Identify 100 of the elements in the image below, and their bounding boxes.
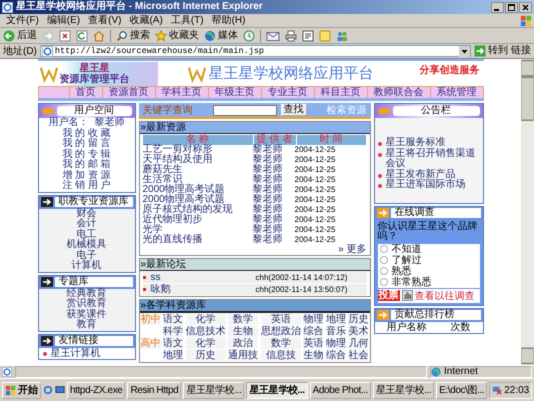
friend-link[interactable]: 星王计算机 [50, 348, 100, 358]
subject-link[interactable]: 通用技 [228, 350, 258, 361]
user-menu-link[interactable]: 我 的 收 藏 [62, 128, 111, 139]
taskbar-button[interactable]: Adobe Phot... [310, 382, 371, 398]
topic-link[interactable]: 经典教育 [66, 288, 106, 299]
desktop-icon[interactable] [55, 385, 65, 395]
nav-link[interactable]: 资源首页 [102, 87, 154, 98]
subject-link[interactable]: 历史 [186, 350, 226, 361]
menu-item[interactable]: 编辑(E) [42, 14, 84, 26]
subject-link[interactable]: 英语 [303, 338, 324, 349]
edit-icon[interactable] [302, 30, 314, 42]
media-button[interactable]: 媒体 [204, 30, 238, 42]
subject-link[interactable]: 化学 [186, 338, 226, 349]
category-link[interactable]: 会计 [76, 219, 96, 230]
taskbar-button[interactable]: 星王星学校... [183, 382, 244, 398]
resource-link[interactable]: 2000物理高考试题 [142, 195, 252, 205]
resource-link[interactable]: 光学 [142, 225, 252, 235]
past-surveys-link[interactable]: 查看以往调查 [414, 288, 474, 302]
user-menu-link[interactable]: 我 的 专 辑 [62, 150, 111, 160]
scrollbar[interactable] [521, 59, 534, 365]
user-menu-link[interactable]: 增 加 资 源 [62, 170, 111, 181]
taskbar-button[interactable]: Resin Httpd [127, 382, 182, 398]
start-button[interactable]: 开始 [2, 382, 41, 398]
resource-link[interactable]: 近代物理初步 [142, 215, 252, 225]
subject-link[interactable]: 思想政治 [260, 326, 301, 337]
menu-item[interactable]: 工具(T) [166, 14, 208, 26]
category-link[interactable]: 计算机 [72, 261, 102, 272]
print-icon[interactable] [285, 30, 297, 42]
menu-item[interactable]: 文件(F) [2, 14, 43, 26]
resource-link[interactable]: 原子核式结构的发现 [142, 205, 252, 215]
nav-link[interactable]: 教师联合会 [366, 87, 430, 98]
radio-button[interactable] [380, 245, 388, 253]
subject-link[interactable]: 信息技术 [186, 326, 226, 337]
subject-link[interactable]: 化学 [186, 314, 226, 325]
subject-link[interactable]: 数学 [260, 338, 301, 349]
subject-link[interactable]: 社会 [348, 350, 368, 361]
subject-link[interactable]: 生物 [228, 326, 258, 337]
topic-link[interactable]: 教育 [76, 320, 96, 330]
subject-link[interactable]: 美术 [348, 326, 368, 337]
news-link[interactable]: 星王进军国际市场 [386, 180, 466, 190]
nav-link[interactable]: 首页 [68, 87, 102, 98]
resource-link[interactable]: 光的直线传播 [142, 235, 252, 245]
category-link[interactable]: 电工 [76, 230, 96, 240]
mail-icon[interactable] [266, 30, 280, 42]
category-link[interactable]: 财会 [76, 208, 96, 219]
news-link[interactable]: 星王发布新产品 [386, 170, 456, 180]
user-menu-link[interactable]: 我 的 邮 箱 [62, 160, 111, 170]
search-button[interactable]: 搜索 [116, 30, 150, 42]
subject-link[interactable]: 音乐 [326, 326, 346, 337]
subject-link[interactable]: 物理 [326, 338, 346, 349]
subject-link[interactable]: 地理 [326, 314, 346, 325]
people-icon[interactable] [336, 30, 348, 42]
subject-link[interactable]: 物理 [303, 314, 324, 325]
subject-link[interactable]: 地理 [163, 350, 184, 361]
more-link[interactable]: » 更多 [338, 244, 366, 255]
forum-post-link[interactable]: ss [150, 272, 250, 283]
subject-link[interactable]: 综合 [326, 350, 346, 361]
topic-link[interactable]: 赏识教育 [66, 299, 106, 310]
topic-link[interactable]: 获奖课件 [66, 310, 106, 320]
resource-link[interactable]: 天平结构及使用 [142, 155, 252, 165]
resource-link[interactable]: 蘑菇先生 [142, 165, 252, 175]
taskbar-button[interactable]: 星王星学校... [373, 382, 434, 398]
stop-icon[interactable] [59, 30, 71, 42]
dropdown-icon[interactable] [459, 46, 470, 56]
subject-link[interactable]: 语文 [163, 314, 184, 325]
menu-item[interactable]: 收藏(A) [125, 14, 167, 26]
history-icon[interactable] [243, 30, 255, 42]
user-menu-link[interactable]: 注 销 用 户 [62, 181, 111, 192]
subject-link[interactable]: 信息技 [260, 350, 301, 361]
forum-post-link[interactable]: 咏鹅 [150, 284, 250, 295]
favorites-button[interactable]: 收藏夹 [155, 30, 199, 42]
nav-link[interactable]: 年级主页 [208, 87, 260, 98]
subject-link[interactable]: 科学 [163, 326, 184, 337]
subject-link[interactable]: 生物 [303, 350, 324, 361]
find-button[interactable]: 查找 [280, 104, 306, 116]
subject-link[interactable]: 几何 [348, 338, 368, 349]
menu-item[interactable]: 查看(V) [84, 14, 126, 26]
nav-link[interactable]: 系统管理 [430, 87, 482, 98]
category-link[interactable]: 电子 [76, 250, 96, 261]
go-button[interactable]: 转到 [474, 45, 508, 57]
nav-link[interactable]: 科目主页 [314, 87, 366, 98]
address-field[interactable]: http://lzw2/sourcewarehouse/main/main.jsp [40, 45, 471, 57]
subject-link[interactable]: 历史 [348, 314, 368, 325]
refresh-icon[interactable] [76, 30, 88, 42]
subject-link[interactable]: 语文 [163, 338, 184, 349]
radio-button[interactable] [380, 267, 388, 275]
radio-button[interactable] [380, 256, 388, 264]
news-link[interactable]: 星王服务标准 [386, 138, 446, 148]
home-icon[interactable] [93, 30, 105, 42]
resource-link[interactable]: 工艺一剪对称形 [142, 145, 252, 155]
subject-link[interactable]: 综合 [303, 326, 324, 337]
radio-button[interactable] [380, 278, 388, 286]
taskbar-button[interactable]: 星王星学校... [246, 382, 308, 398]
resource-link[interactable]: 2000物理高考试题 [142, 185, 252, 195]
subject-link[interactable]: 数学 [228, 314, 258, 325]
close-icon[interactable] [519, 2, 532, 12]
minimize-icon[interactable] [491, 2, 504, 12]
taskbar-button[interactable]: E:\doc\图... [436, 382, 488, 398]
vote-button[interactable]: 投票 [378, 290, 400, 301]
search-field[interactable] [212, 104, 276, 116]
